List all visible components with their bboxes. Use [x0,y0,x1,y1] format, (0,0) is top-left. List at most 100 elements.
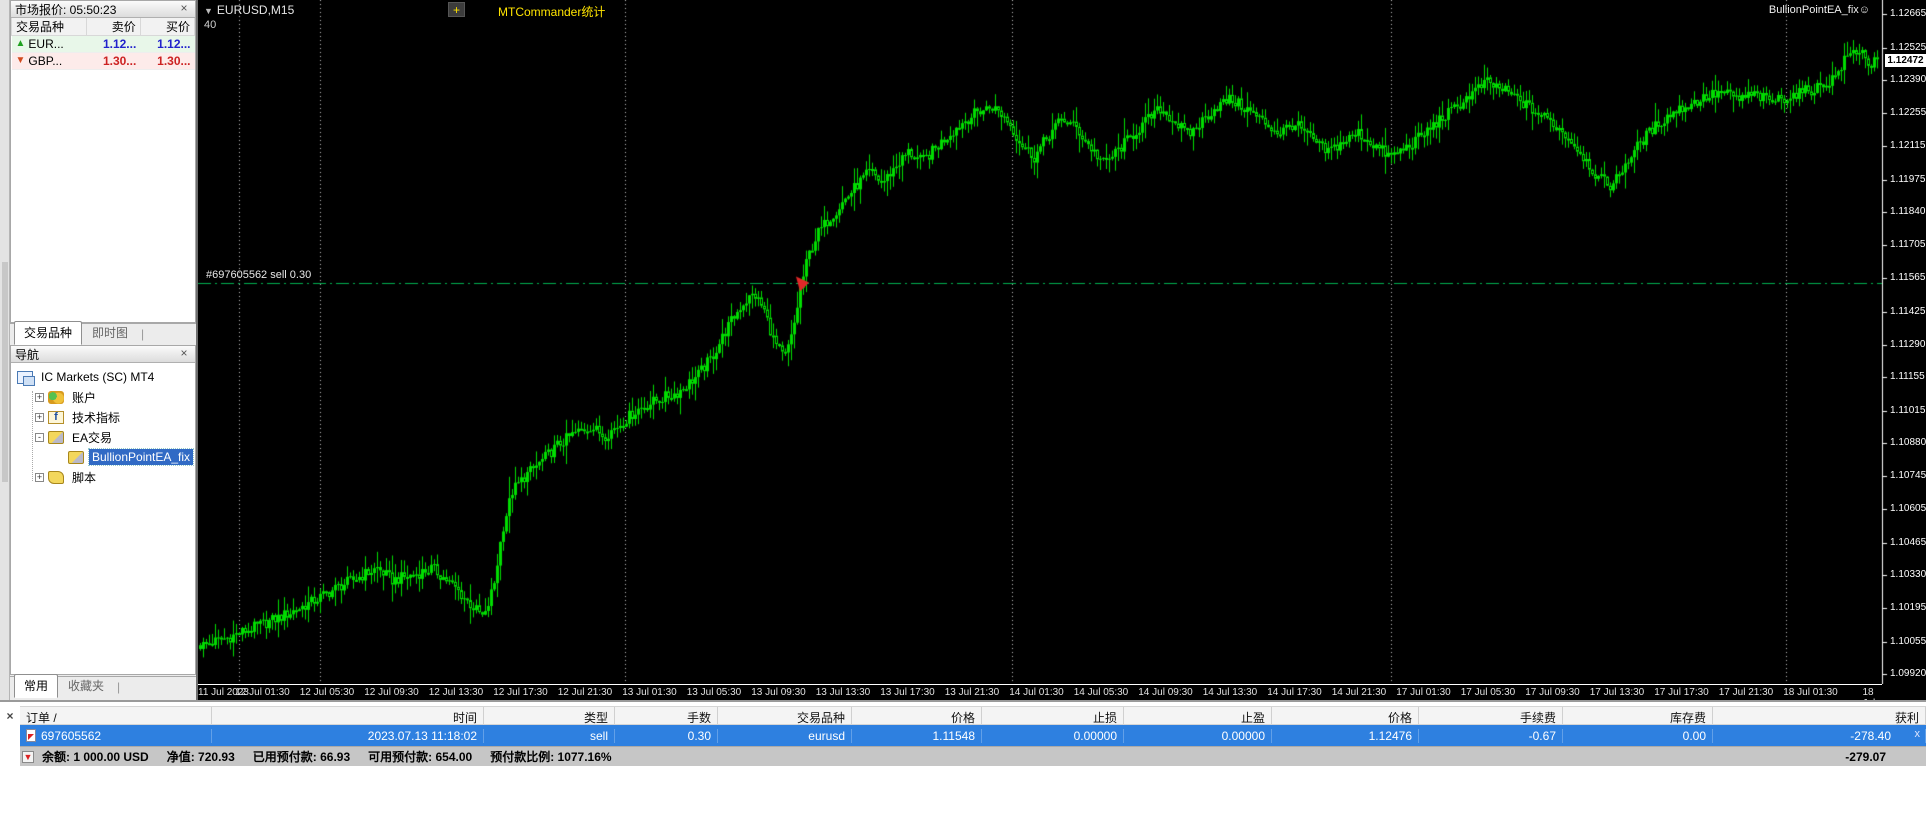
navigator-tree: IC Markets (SC) MT4 + 账户 + f 技术指标 - EA交易 Bullion… [11,363,195,487]
balance-row: ▼ 余额: 1 000.00 USD 净值: 720.93 已用预付款: 66.93… [20,746,1926,766]
tab-divider: | [117,680,121,694]
orders-column-header[interactable]: 类型 [484,707,615,724]
symbol-name: GBP... [28,54,63,68]
close-icon[interactable]: × [3,710,17,724]
market-watch-title: 市场报价: 05:50:23 [15,2,117,17]
close-icon[interactable]: × [177,347,191,361]
time-tick-label: 17 Jul 09:30 [1525,687,1580,698]
price-tick-label: 1.11425 [1890,306,1926,318]
tree-item-label: 脚本 [72,470,97,485]
time-tick-label: 13 Jul 21:30 [944,687,1000,698]
order-cell: 0.00000 [1124,728,1272,743]
expand-plus-icon[interactable]: + [35,412,44,422]
navigator-tree-item[interactable]: BullionPointEA_fix [11,447,195,467]
orders-column-header[interactable]: 价格 [852,707,982,724]
navigator-title: 导航 [15,347,40,362]
tree-item-label: IC Markets (SC) MT4 [41,370,155,384]
price-tick-label: 1.10880 [1890,437,1926,449]
order-cell: 1.12476 [1272,728,1419,743]
order-cell: 1.11548 [852,728,982,743]
orders-column-header[interactable]: 手续费 [1419,707,1563,724]
time-tick-label: 17 Jul 05:30 [1460,687,1516,698]
time-tick-label: 14 Jul 13:30 [1202,687,1258,698]
navigator-tree-item[interactable]: + f 技术指标 [11,407,195,427]
splitter-grip[interactable] [2,262,8,482]
orders-column-header[interactable]: 价格 [1272,707,1419,724]
mw-column-header[interactable]: 买价 [139,18,196,36]
ea-smiley-icon: ☺ [1858,4,1870,16]
orders-column-header[interactable]: 获利 [1713,707,1926,724]
orders-column-header[interactable]: 手数 [615,707,718,724]
order-cell: 2023.07.13 11:18:02 [212,728,484,743]
price-tick-label: 1.11015 [1890,404,1926,416]
navigator-header: 导航 × [11,346,195,363]
order-row[interactable]: 697605562 2023.07.13 11:18:02 sell 0.30 euru… [20,725,1926,746]
time-tick-label: 13 Jul 17:30 [880,687,935,698]
close-order-icon[interactable]: x [1915,728,1921,740]
orders-column-header[interactable]: 止盈 [1124,707,1272,724]
navigator-tab[interactable]: 收藏夹 [59,675,113,697]
time-tick-label: 17 Jul 21:30 [1718,687,1774,698]
time-tick-label: 13 Jul 09:30 [751,687,806,698]
price-chart-canvas[interactable] [198,0,1926,684]
orders-column-header[interactable]: 交易品种 [718,707,852,724]
market-watch-row[interactable]: ▲ EUR... 1.12... 1.12... [11,35,195,53]
time-tick-label: 13 Jul 13:30 [815,687,871,698]
experts-icon [48,430,64,444]
market-watch-tab[interactable]: 即时图 [83,322,137,344]
price-tick-label: 1.12255 [1890,106,1926,118]
time-tick-label: 13 Jul 01:30 [622,687,677,698]
orders-column-header[interactable]: 时间 [212,707,484,724]
price-tick-label: 1.09920 [1890,668,1926,679]
orders-header-row: 订单 / 时间 类型 手数 交易品种 价格 止损 止盈 价格 手续费 库存费 获利 [20,706,1926,725]
arrow-down-icon: ▼ [15,55,26,66]
expand-plus-icon[interactable]: + [35,392,44,402]
tab-divider: | [141,327,145,341]
price-tick-label: 1.11565 [1890,272,1926,284]
order-cell: 0.00000 [982,728,1124,743]
orders-table: 订单 / 时间 类型 手数 交易品种 价格 止损 止盈 价格 手续费 库存费 获利 697605562… [20,706,1926,766]
orders-column-header[interactable]: 订单 / [20,707,212,724]
symbol-cell: ▼ GBP... [11,52,87,70]
navigator-tree-item[interactable]: + 账户 [11,387,195,407]
mw-column-header[interactable]: 卖价 [85,18,141,36]
navigator-tree-item[interactable]: - EA交易 [11,427,195,447]
order-cell: 697605562 [20,728,212,743]
expert-icon [68,450,84,464]
orders-column-header[interactable]: 库存费 [1563,707,1713,724]
terminal-tabstrip: 常用 收藏夹 | [10,674,196,698]
current-price-tag: 1.12472 [1885,53,1926,67]
chart-symbol-label[interactable]: ▼ EURUSD,M15 [204,3,294,17]
close-icon[interactable]: × [177,2,191,16]
time-tick-label: 12 Jul 05:30 [299,687,355,698]
time-tick-label: 12 Jul 17:30 [493,687,548,698]
time-tick-label: 14 Jul 09:30 [1138,687,1193,698]
order-cell: eurusd [718,728,852,743]
market-watch-panel: 市场报价: 05:50:23 × 交易品种 卖价 买价 ▲ EUR... 1.12...… [10,0,196,323]
orders-column-header[interactable]: 止损 [982,707,1124,724]
order-cell: 0.30 [615,728,718,743]
accounts-icon [48,390,64,404]
collapse-minus-icon[interactable]: - [35,432,44,442]
price-tick-label: 1.11155 [1890,371,1925,383]
price-tick-label: 1.12525 [1890,41,1926,53]
ea-status-label[interactable]: BullionPointEA_fix☺ [1769,4,1870,16]
chart-window: ▼ EURUSD,M15 + MTCommander统计 40 BullionPo… [196,0,1926,700]
time-tick-label: 12 Jul 21:30 [557,687,613,698]
navigator-tree-item[interactable]: IC Markets (SC) MT4 [11,367,195,387]
mw-column-header[interactable]: 交易品种 [11,18,87,36]
navigator-tree-item[interactable]: + 脚本 [11,467,195,487]
price-tick-label: 1.11290 [1890,338,1926,350]
market-watch-tab[interactable]: 交易品种 [14,321,83,345]
navigator-panel: 导航 × IC Markets (SC) MT4 + 账户 + f 技术指标 - EA交易 Bu… [10,345,196,675]
price-tick-label: 1.12390 [1890,74,1926,86]
expand-plus-icon[interactable]: + [35,472,44,482]
balance-segment: 可用预付款: 654.00 [368,750,473,764]
tree-item-label: BullionPointEA_fix [87,448,195,466]
arrow-up-icon: ▲ [15,38,26,49]
add-indicator-button[interactable]: + [448,2,465,17]
navigator-tab[interactable]: 常用 [14,674,59,698]
price-tick-label: 1.10330 [1890,569,1926,581]
time-tick-label: 12 Jul 13:30 [428,687,484,698]
market-watch-row[interactable]: ▼ GBP... 1.30... 1.30... [11,52,195,70]
